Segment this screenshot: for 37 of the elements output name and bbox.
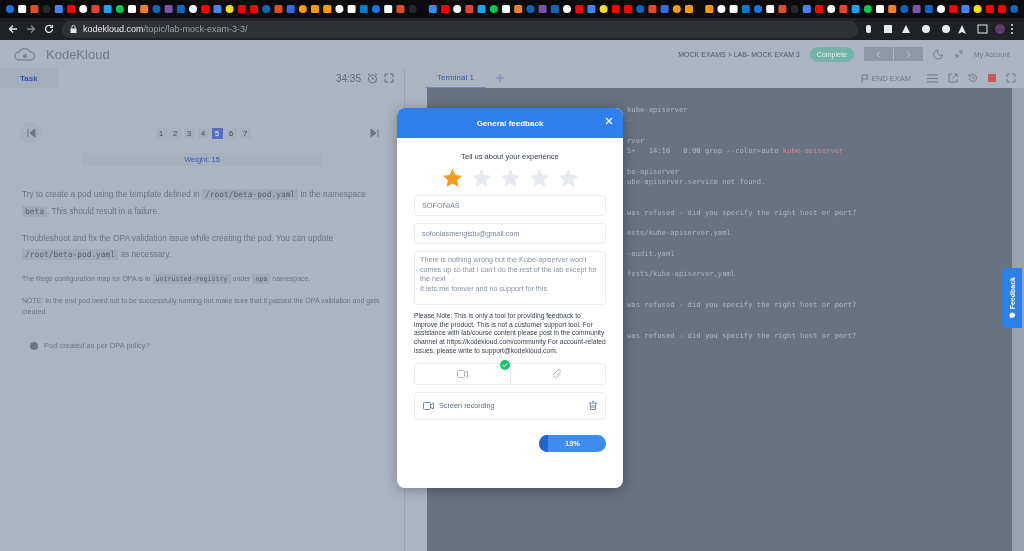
star-icon[interactable] xyxy=(499,168,521,188)
cloud-logo-icon xyxy=(14,47,36,61)
star-icon[interactable] xyxy=(470,168,492,188)
first-page-icon[interactable] xyxy=(20,122,42,144)
back-icon[interactable] xyxy=(8,24,18,34)
logo-text: KodeKloud xyxy=(46,46,110,62)
chevron-left-icon xyxy=(875,50,881,58)
scrollbar[interactable] xyxy=(1012,88,1024,551)
collapse-icon[interactable] xyxy=(953,49,964,59)
lock-icon xyxy=(70,25,77,33)
video-camera-icon xyxy=(456,369,468,378)
expand-icon[interactable] xyxy=(384,73,394,83)
star-icon[interactable] xyxy=(528,168,550,188)
star-icon[interactable] xyxy=(557,168,579,188)
trash-icon[interactable] xyxy=(589,401,597,410)
moon-icon[interactable] xyxy=(932,48,944,60)
menu-icon[interactable] xyxy=(927,73,938,83)
task-tab[interactable]: Task xyxy=(0,68,58,88)
fullscreen-icon[interactable] xyxy=(1006,73,1016,83)
chevron-right-icon xyxy=(905,50,911,58)
reload-icon[interactable] xyxy=(44,24,54,34)
open-external-icon[interactable] xyxy=(948,73,958,83)
chat-bubble-icon xyxy=(1008,312,1016,320)
next-button[interactable] xyxy=(893,47,923,61)
flag-icon xyxy=(860,73,869,83)
dialog-title: General feedback xyxy=(476,118,544,128)
url-field[interactable]: kodekloud.com/topic/lab-mock-exam-3-3/ xyxy=(62,20,858,38)
add-tab-icon[interactable] xyxy=(495,74,504,82)
star-icon[interactable] xyxy=(441,168,463,188)
alarm-clock-icon xyxy=(367,72,378,84)
close-icon[interactable] xyxy=(605,117,613,125)
previous-button[interactable] xyxy=(863,47,893,61)
timer: 34:35 xyxy=(335,72,361,84)
history-icon[interactable] xyxy=(968,73,978,83)
video-camera-icon xyxy=(423,401,434,410)
paperclip-icon xyxy=(553,368,563,379)
forward-icon[interactable] xyxy=(26,24,36,34)
